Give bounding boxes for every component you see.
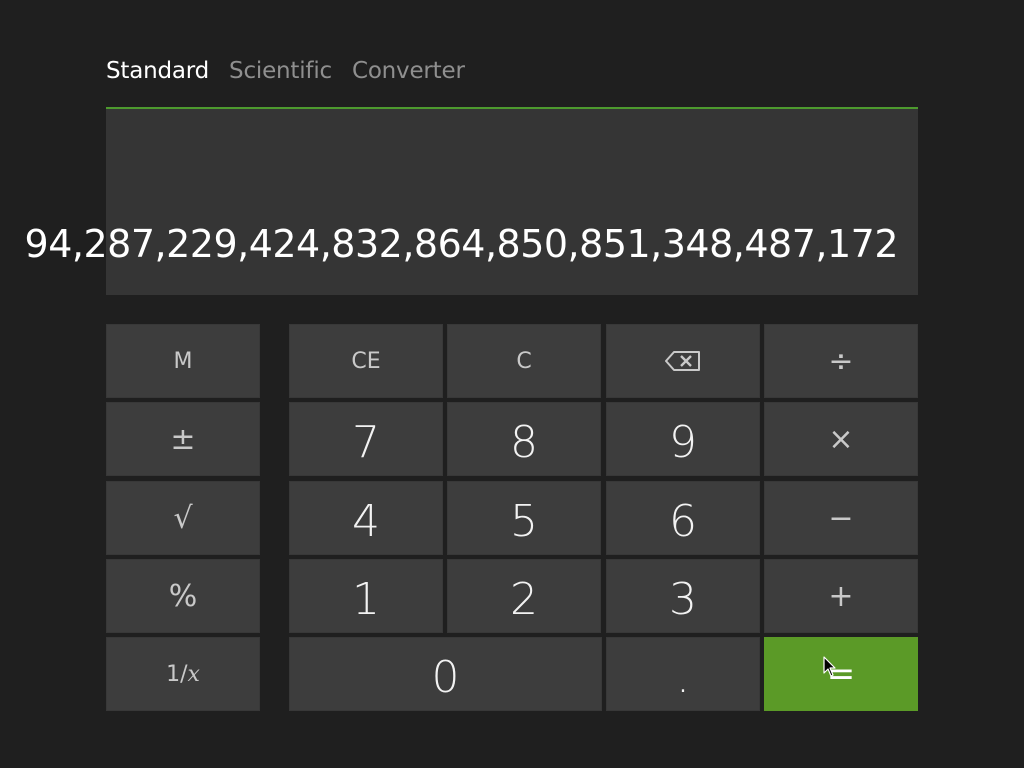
reciprocal-variable: x xyxy=(187,661,200,687)
digit-0-button[interactable]: 0 xyxy=(289,637,602,711)
reciprocal-prefix: 1/ xyxy=(166,661,188,687)
negate-label: ± xyxy=(170,421,196,457)
add-label: + xyxy=(828,578,854,614)
digit-1-button[interactable]: 1 xyxy=(289,559,443,633)
memory-label: M xyxy=(173,348,193,374)
digit-5-label: 5 xyxy=(510,495,538,547)
digit-3-button[interactable]: 3 xyxy=(606,559,760,633)
digit-7-button[interactable]: 7 xyxy=(289,402,443,476)
clear-label: C xyxy=(516,348,532,374)
digit-8-label: 8 xyxy=(510,416,538,468)
multiply-button[interactable]: × xyxy=(764,402,918,476)
percent-button[interactable]: % xyxy=(106,559,260,633)
digit-6-button[interactable]: 6 xyxy=(606,481,760,555)
equals-label: = xyxy=(826,654,856,694)
digit-2-label: 2 xyxy=(510,573,538,625)
add-button[interactable]: + xyxy=(764,559,918,633)
digit-5-button[interactable]: 5 xyxy=(447,481,601,555)
digit-1-label: 1 xyxy=(352,573,380,625)
decimal-label: . xyxy=(676,651,690,703)
digit-6-label: 6 xyxy=(669,495,697,547)
digit-4-button[interactable]: 4 xyxy=(289,481,443,555)
calculator-app: Standard Scientific Converter 94,287,229… xyxy=(0,0,1024,768)
tab-converter[interactable]: Converter xyxy=(352,58,465,84)
backspace-icon xyxy=(665,351,700,371)
decimal-button[interactable]: . xyxy=(606,637,760,711)
digit-4-label: 4 xyxy=(352,495,380,547)
display-value: 94,287,229,424,832,864,850,851,348,487,1… xyxy=(24,222,899,266)
digit-2-button[interactable]: 2 xyxy=(447,559,601,633)
multiply-label: × xyxy=(828,421,854,457)
sqrt-label: √ xyxy=(173,500,193,536)
clear-button[interactable]: C xyxy=(447,324,601,398)
clear-entry-button[interactable]: CE xyxy=(289,324,443,398)
backspace-button[interactable] xyxy=(606,324,760,398)
digit-7-label: 7 xyxy=(352,416,380,468)
negate-button[interactable]: ± xyxy=(106,402,260,476)
digit-9-button[interactable]: 9 xyxy=(606,402,760,476)
digit-3-label: 3 xyxy=(669,573,697,625)
clear-entry-label: CE xyxy=(351,348,381,374)
sqrt-button[interactable]: √ xyxy=(106,481,260,555)
memory-button[interactable]: M xyxy=(106,324,260,398)
divide-button[interactable]: ÷ xyxy=(764,324,918,398)
mode-tabs: Standard Scientific Converter xyxy=(106,56,465,86)
percent-label: % xyxy=(168,578,198,614)
digit-9-label: 9 xyxy=(669,416,697,468)
tab-standard[interactable]: Standard xyxy=(106,58,209,84)
tab-scientific[interactable]: Scientific xyxy=(229,58,332,84)
result-display: 94,287,229,424,832,864,850,851,348,487,1… xyxy=(25,107,918,295)
subtract-button[interactable]: − xyxy=(764,481,918,555)
digit-8-button[interactable]: 8 xyxy=(447,402,601,476)
digit-0-label: 0 xyxy=(431,651,460,703)
reciprocal-label: 1/x xyxy=(166,662,200,687)
subtract-label: − xyxy=(828,500,854,536)
reciprocal-button[interactable]: 1/x xyxy=(106,637,260,711)
divide-label: ÷ xyxy=(828,343,854,379)
equals-button[interactable]: = xyxy=(764,637,918,711)
